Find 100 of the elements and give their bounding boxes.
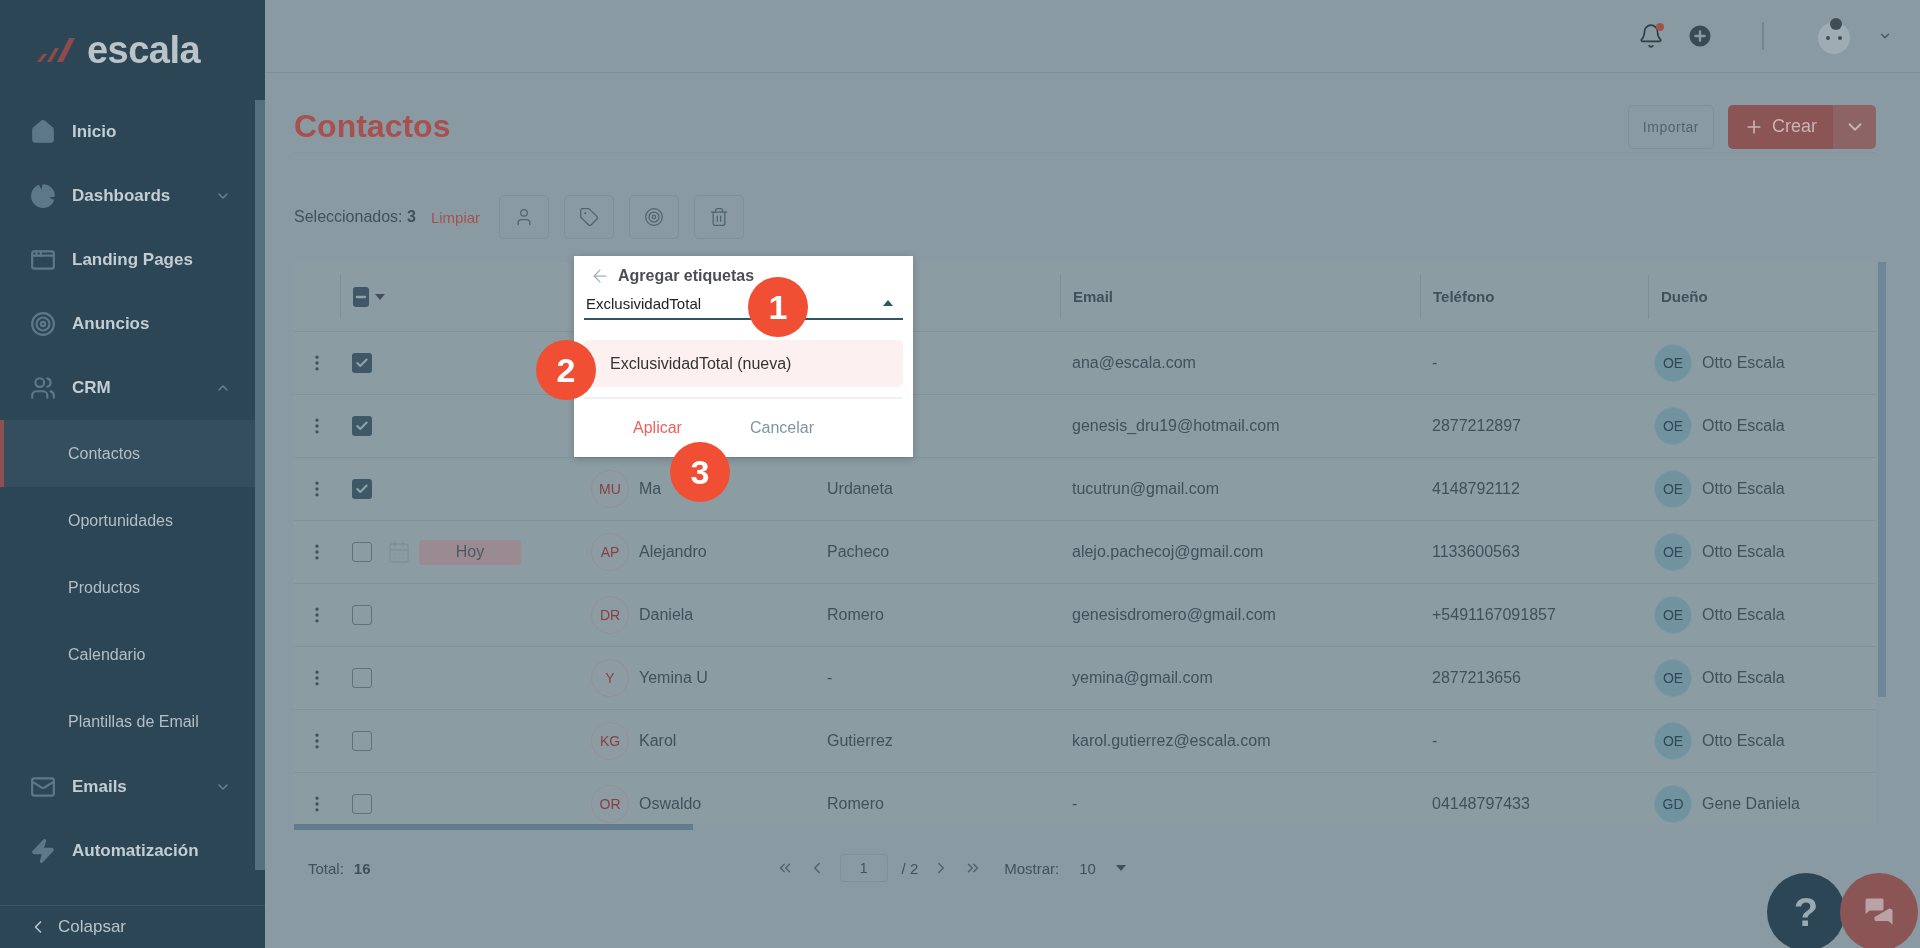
due-tag: Hoy (419, 539, 521, 565)
create-menu-button[interactable] (1833, 104, 1876, 149)
add-icon[interactable] (1686, 22, 1714, 50)
row-checkbox[interactable] (352, 542, 372, 562)
owner-avatar: OE (1654, 344, 1692, 382)
show-label: Mostrar: (1004, 859, 1060, 877)
contact-avatar: MU (591, 470, 629, 508)
people-icon (30, 375, 56, 401)
email-cell-text: yemina@gmail.com (1071, 669, 1214, 687)
sidebar-item[interactable]: Calendario (0, 621, 255, 688)
scrollbar-thumb[interactable] (1878, 262, 1886, 697)
contact-avatar: AP (591, 533, 629, 571)
sidebar-item[interactable]: Contactos (0, 420, 255, 487)
caret-icon[interactable] (883, 300, 893, 306)
sidebar-item[interactable]: CRM (0, 356, 255, 420)
row-checkbox[interactable] (352, 668, 372, 688)
row-checkbox[interactable] (352, 416, 372, 436)
first-name: Karol (639, 732, 677, 750)
last-name: Romero (826, 606, 885, 624)
sidebar-item[interactable]: Anuncios (0, 292, 255, 356)
owner-name: Otto Escala (1702, 417, 1785, 435)
row-checkbox[interactable] (352, 353, 372, 373)
owner-avatar: OE (1654, 533, 1692, 571)
last-name: Romero (826, 795, 885, 813)
sidebar-item[interactable]: Landing Pages (0, 228, 255, 292)
first-name: Alejandro (639, 543, 707, 561)
first-name: Yemina U (639, 669, 708, 687)
email-cell-text: ana@escala.com (1071, 354, 1197, 372)
notification-bell[interactable] (1638, 23, 1664, 49)
owner-avatar: OE (1654, 659, 1692, 697)
email-cell-text: genesisdromero@gmail.com (1071, 606, 1277, 624)
owner-name: Otto Escala (1702, 354, 1785, 372)
phone-cell-text: 4148792112 (1431, 480, 1521, 498)
phone-cell-text: 2877213656 (1431, 669, 1522, 687)
phone-cell-text: 2877212897 (1431, 417, 1522, 435)
bell-icon (1638, 23, 1664, 49)
owner-avatar: OE (1654, 722, 1692, 760)
target-icon (644, 207, 665, 227)
last-name: Urdaneta (826, 480, 894, 498)
owner-avatar: OE (1654, 470, 1692, 508)
check-icon (355, 419, 369, 433)
help-button[interactable]: ? (1767, 873, 1845, 948)
row-checkbox[interactable] (352, 731, 372, 751)
owner-name: Otto Escala (1702, 669, 1785, 687)
envelope-icon (30, 774, 56, 800)
contact-avatar: Y (591, 659, 629, 697)
delete-button[interactable] (694, 195, 745, 239)
contact-avatar: KG (591, 722, 629, 760)
logo-text: escala (86, 28, 201, 72)
first-name: Oswaldo (639, 795, 702, 813)
row-checkbox[interactable] (352, 605, 372, 625)
last-name: - (826, 669, 834, 687)
select-all-checkbox[interactable] (353, 286, 369, 307)
tag-icon (579, 207, 600, 227)
scrollbar-thumb[interactable] (255, 100, 265, 870)
check-icon (355, 482, 369, 496)
sidebar-item[interactable]: Plantillas de Email (0, 688, 255, 755)
page-size-select[interactable]: 10 (1079, 859, 1096, 877)
sidebar-item[interactable]: Oportunidades (0, 487, 255, 554)
page-title: Contactos (294, 108, 451, 145)
tag-button[interactable] (564, 195, 615, 239)
apply-button[interactable]: Aplicar (627, 418, 688, 438)
tag-option[interactable]: ExclusividadTotal (nueva) (584, 340, 903, 387)
scrollbar-thumb[interactable] (294, 824, 693, 830)
lightning-icon (30, 838, 56, 864)
target-icon (30, 311, 56, 337)
cancel-button[interactable]: Cancelar (743, 418, 820, 438)
check-icon (355, 356, 369, 370)
page-input[interactable]: 1 (839, 854, 888, 882)
contact-avatar: OR (591, 785, 629, 823)
sidebar-item[interactable]: Automatización (0, 819, 255, 883)
email-cell-text: karol.gutierrez@escala.com (1071, 732, 1272, 750)
sidebar-item[interactable]: Dashboards (0, 164, 255, 228)
target-button[interactable] (629, 195, 680, 239)
email-cell-text: tucutrun@gmail.com (1071, 480, 1220, 498)
phone-cell-text: - (1431, 354, 1439, 372)
owner-name: Otto Escala (1702, 543, 1785, 561)
create-button[interactable]: Crear (1728, 104, 1833, 149)
row-checkbox[interactable] (352, 479, 372, 499)
sidebar-item[interactable]: Productos (0, 554, 255, 621)
pie-chart-icon (30, 183, 56, 209)
first-name: Ma (639, 480, 662, 498)
phone-cell-text: +5491167091857 (1431, 606, 1557, 624)
selection-count: Seleccionados: 3 (294, 208, 416, 226)
owner-name: Gene Daniela (1702, 795, 1800, 813)
row-checkbox[interactable] (352, 794, 372, 814)
last-name: Gutierrez (826, 732, 894, 750)
owner-avatar: GD (1654, 785, 1692, 823)
first-name: Daniela (639, 606, 694, 624)
total-label: Total: (308, 859, 344, 877)
owner-name: Otto Escala (1702, 732, 1785, 750)
trash-icon (709, 207, 730, 227)
collapse-button[interactable]: Colapsar (0, 905, 265, 948)
assign-owner-button[interactable] (499, 195, 550, 239)
email-cell-text: genesis_dru19@hotmail.com (1071, 417, 1281, 435)
email-cell-text: alejo.pachecoj@gmail.com (1071, 543, 1265, 561)
notification-dot (1656, 23, 1664, 31)
sidebar-item[interactable]: Inicio (0, 100, 255, 164)
column-header: Dueño (1648, 274, 1876, 319)
sidebar-item[interactable]: Emails (0, 755, 255, 819)
